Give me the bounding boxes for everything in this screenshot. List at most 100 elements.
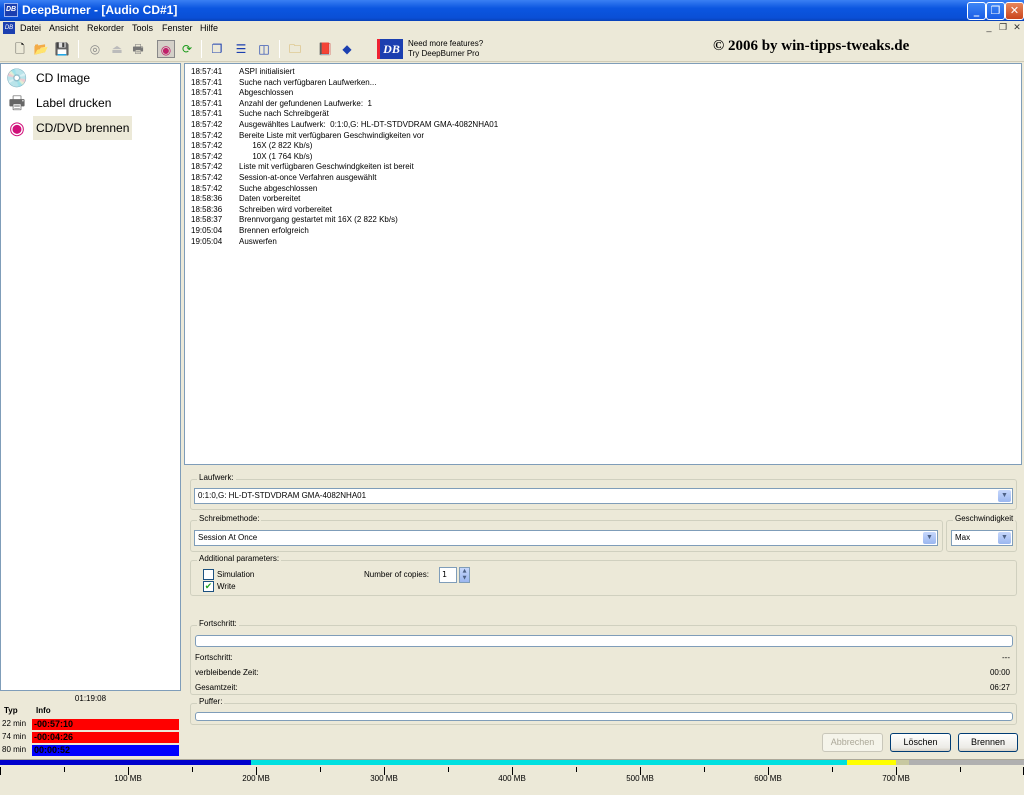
col-type-header: Typ xyxy=(4,706,18,715)
log-time: 18:57:41 xyxy=(191,109,223,119)
type-22min: 22 min xyxy=(2,719,27,728)
menu-tools[interactable]: Tools xyxy=(132,23,153,33)
folder-icon[interactable]: 🗀 xyxy=(286,40,304,58)
copyright-text: © 2006 by win-tipps-tweaks.de xyxy=(713,38,910,54)
log-time: 18:57:42 xyxy=(191,130,223,140)
log-message: ASPI initialisiert xyxy=(239,67,295,76)
log-message: Suche nach Schreibgerät xyxy=(239,109,329,119)
print-icon[interactable]: 🖶 xyxy=(129,40,147,58)
capacity-segment xyxy=(908,760,1024,765)
tile-vertical-icon[interactable]: ◫ xyxy=(255,40,273,58)
open-folder-icon[interactable]: 📂 xyxy=(32,40,50,58)
close-button[interactable]: ✕ xyxy=(1005,2,1024,20)
capacity-tick xyxy=(0,767,1,775)
tile-horizontal-icon[interactable]: ☰ xyxy=(232,40,250,58)
log-message: 16X (2 822 Kb/s) xyxy=(239,141,313,151)
log-time: 18:57:41 xyxy=(191,67,223,76)
deepburner-pro-logo[interactable]: DB xyxy=(377,39,403,59)
type-80min: 80 min xyxy=(2,745,27,754)
mdi-minimize-button[interactable]: _ xyxy=(983,22,995,33)
speed-value: Max xyxy=(955,533,971,542)
type-74min: 74 min xyxy=(2,732,27,741)
remaining-time-label: verbleibende Zeit: xyxy=(195,668,259,677)
toolbar-separator xyxy=(201,40,202,58)
menu-hilfe[interactable]: Hilfe xyxy=(200,23,218,33)
log-message: Ausgewähltes Laufwerk: 0:1:0,G: HL-DT-ST… xyxy=(239,120,499,129)
log-message: Suche nach verfügbaren Laufwerken... xyxy=(239,77,377,87)
log-message: Brennen erfolgreich xyxy=(239,226,309,235)
nav-panel: 💿 CD Image 🖶 Label drucken ◉ CD/DVD bren… xyxy=(0,63,181,691)
log-time: 18:57:41 xyxy=(191,88,223,98)
menu-rekorder[interactable]: Rekorder xyxy=(87,23,124,33)
write-checkbox-box[interactable]: ✔ xyxy=(203,581,214,592)
drive-group: Laufwerk: 0:1:0,G: HL-DT-STDVDRAM GMA-40… xyxy=(190,473,1017,510)
nav-item-label: CD Image xyxy=(36,71,91,85)
log-message: Schreiben wird vorbereitet xyxy=(239,204,332,214)
log-time: 18:57:41 xyxy=(191,98,223,108)
col-info-header: Info xyxy=(36,706,51,715)
refresh-icon[interactable]: ⟳ xyxy=(178,40,196,58)
new-file-icon[interactable]: 🗋 xyxy=(11,40,29,58)
eject-icon[interactable]: ⏏ xyxy=(108,40,126,58)
menu-fenster[interactable]: Fenster xyxy=(162,23,193,33)
promo-line-2: Try DeepBurner Pro xyxy=(408,49,480,58)
cascade-windows-icon[interactable]: ❐ xyxy=(208,40,226,58)
progress-bar xyxy=(195,635,1013,647)
capacity-label: 700 MB xyxy=(882,774,910,783)
capacity-segment xyxy=(896,760,909,765)
delete-button[interactable]: Löschen xyxy=(890,733,951,752)
copies-input[interactable]: 1 xyxy=(439,567,457,583)
chevron-down-icon[interactable]: ▼ xyxy=(923,532,936,544)
log-message: Anzahl der gefundenen Laufwerke: 1 xyxy=(239,98,372,108)
info-bar-80min: 00:00:52 xyxy=(32,745,179,756)
log-time: 18:57:42 xyxy=(191,173,223,182)
info-bar-22min: -00:57:10 xyxy=(32,719,179,730)
burn-disc-icon: ◉ xyxy=(9,118,25,138)
capacity-bar: 100 MB 200 MB 300 MB 400 MB 500 MB 600 MB 700 … xyxy=(0,759,1024,795)
total-time: 01:19:08 xyxy=(74,694,107,703)
help-book-icon[interactable]: 📕 xyxy=(316,40,334,58)
chevron-down-icon[interactable]: ▼ xyxy=(998,532,1011,544)
capacity-segment xyxy=(847,760,896,765)
document-icon[interactable]: DB xyxy=(3,22,15,34)
capacity-tick xyxy=(320,767,321,772)
mdi-restore-button[interactable]: ❐ xyxy=(997,22,1009,33)
disc-info-icon[interactable]: ◎ xyxy=(86,40,104,58)
additional-params-label: Additional parameters: xyxy=(197,554,282,563)
log-time: 18:57:42 xyxy=(191,162,223,172)
capacity-segment xyxy=(0,760,251,765)
pro-promo-link[interactable]: Need more features? Try DeepBurner Pro xyxy=(408,39,483,59)
app-icon[interactable]: DB xyxy=(4,3,18,17)
capacity-info-panel: 01:19:08 Typ Info 22 min -00:57:10 74 mi… xyxy=(0,692,181,757)
buffer-group-label: Puffer: xyxy=(197,697,225,706)
burn-button[interactable]: Brennen xyxy=(958,733,1018,752)
capacity-tick xyxy=(448,767,449,772)
maximize-button[interactable]: ❐ xyxy=(986,2,1005,20)
save-icon[interactable]: 💾 xyxy=(53,40,71,58)
menu-datei[interactable]: Datei xyxy=(20,23,41,33)
drive-select[interactable]: 0:1:0,G: HL-DT-STDVDRAM GMA-4082NHA01 ▼ xyxy=(194,488,1013,504)
abort-button[interactable]: Abbrechen xyxy=(822,733,883,752)
title-bar[interactable]: DB DeepBurner - [Audio CD#1] _ ❐ ✕ xyxy=(0,0,1024,21)
copies-stepper[interactable]: ▲ ▼ xyxy=(459,567,470,583)
write-method-select[interactable]: Session At Once ▼ xyxy=(194,530,938,546)
mdi-close-button[interactable]: ✕ xyxy=(1011,22,1023,33)
capacity-segment xyxy=(250,760,848,765)
promo-line-1: Need more features? xyxy=(408,39,484,48)
menu-ansicht[interactable]: Ansicht xyxy=(49,23,79,33)
chevron-down-icon[interactable]: ▼ xyxy=(998,490,1011,502)
log-time: 18:57:42 xyxy=(191,141,223,151)
log-time: 18:58:36 xyxy=(191,204,223,214)
speed-group: Geschwindigkeit Max ▼ xyxy=(946,514,1017,552)
capacity-tick xyxy=(704,767,705,772)
about-icon[interactable]: ◆ xyxy=(338,40,356,58)
speed-select[interactable]: Max ▼ xyxy=(951,530,1013,546)
minimize-button[interactable]: _ xyxy=(967,2,986,20)
burn-disc-icon[interactable]: ◉ xyxy=(157,40,175,58)
simulation-checkbox-box[interactable] xyxy=(203,569,214,580)
log-panel[interactable]: 18:57:41 ASPI initialisiert 18:57:41 Suche … xyxy=(184,63,1022,465)
log-time: 18:57:41 xyxy=(191,77,223,87)
info-bar-74min: -00:04:26 xyxy=(32,732,179,743)
menu-bar: DB Datei Ansicht Rekorder Tools Fenster … xyxy=(0,21,1024,36)
capacity-tick xyxy=(64,767,65,772)
